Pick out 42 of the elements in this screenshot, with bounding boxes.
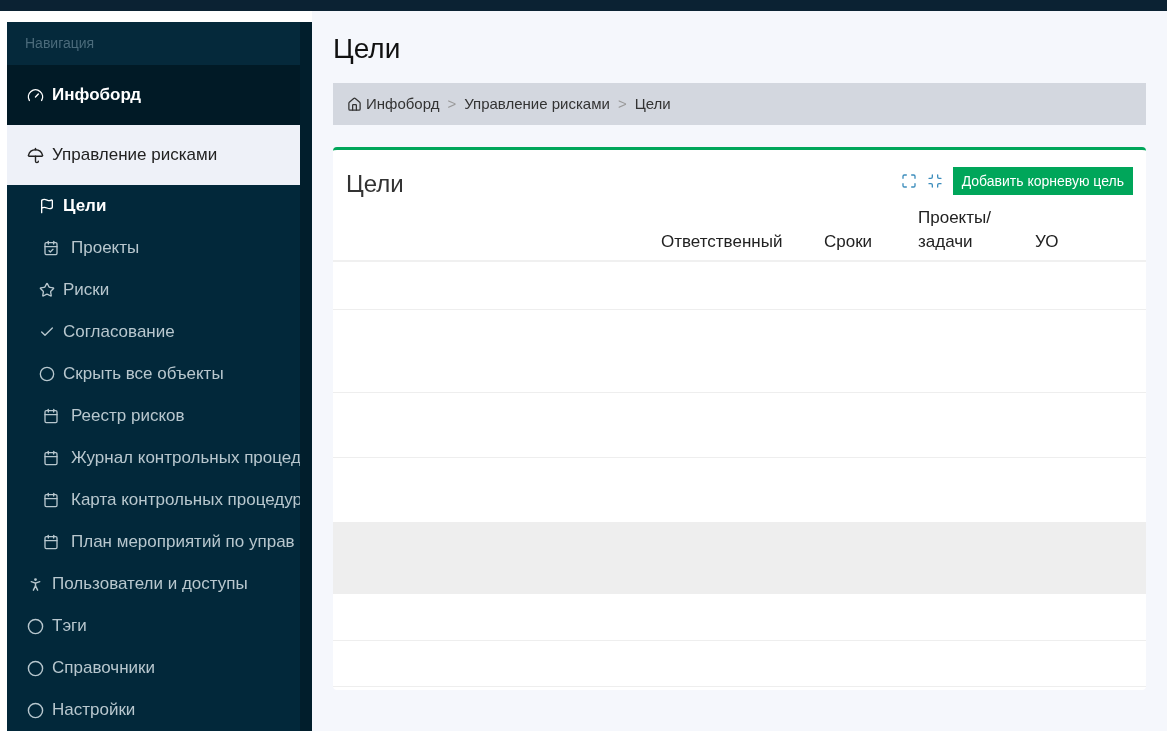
breadcrumb-separator: >: [617, 93, 627, 114]
sidebar-item[interactable]: Пользователи и доступы: [7, 563, 300, 605]
menu-icon: [43, 534, 59, 550]
menu-icon: [43, 492, 59, 508]
menu-icon: [39, 198, 55, 214]
sidebar-item[interactable]: Справочники: [7, 647, 300, 689]
menu-icon: [27, 86, 44, 104]
menu-icon: [39, 282, 55, 298]
menu-icon: [43, 450, 59, 466]
sidebar-subitem[interactable]: Риски: [7, 269, 300, 311]
breadcrumb-separator: >: [447, 93, 457, 114]
nav-header: Навигация: [25, 34, 95, 53]
sidebar-item[interactable]: Тэги: [7, 605, 300, 647]
sidebar-item[interactable]: Инфоборд: [7, 65, 300, 125]
menu-icon: [43, 408, 59, 424]
expand-icon: [900, 173, 917, 189]
sidebar-subitem[interactable]: Скрыть все объекты: [7, 353, 300, 395]
sidebar-subitem[interactable]: План мероприятий по управ: [7, 521, 300, 563]
home-icon: [347, 96, 362, 112]
sidebar-item[interactable]: Управление рисками: [7, 125, 300, 185]
menu-icon: [27, 659, 44, 677]
card-title: Цели: [346, 169, 404, 199]
breadcrumb-link[interactable]: Управление рисками: [464, 92, 610, 116]
sidebar-subitem[interactable]: Согласование: [7, 311, 300, 353]
page-title: Цели: [333, 35, 402, 66]
column-header: УО: [1035, 231, 1060, 254]
sidebar-subitem[interactable]: Цели: [7, 185, 300, 227]
breadcrumb-link[interactable]: Инфоборд: [347, 92, 440, 116]
sidebar-item[interactable]: Настройки: [7, 689, 300, 731]
collapse-icon: [926, 173, 943, 189]
menu-icon: [43, 240, 59, 256]
sidebar-subitem[interactable]: Реестр рисков: [7, 395, 300, 437]
menu-icon: [39, 366, 55, 382]
breadcrumb-link[interactable]: Цели: [634, 92, 671, 116]
sidebar-subitem[interactable]: Проекты: [7, 227, 300, 269]
menu-icon: [27, 146, 44, 164]
sidebar-subitem[interactable]: Журнал контрольных процед: [7, 437, 300, 479]
column-header: Ответственный: [661, 231, 784, 254]
column-header: Сроки: [824, 231, 874, 254]
menu-icon: [27, 617, 44, 635]
column-header: Проекты/ задачи: [918, 207, 992, 254]
menu-icon: [27, 701, 44, 719]
